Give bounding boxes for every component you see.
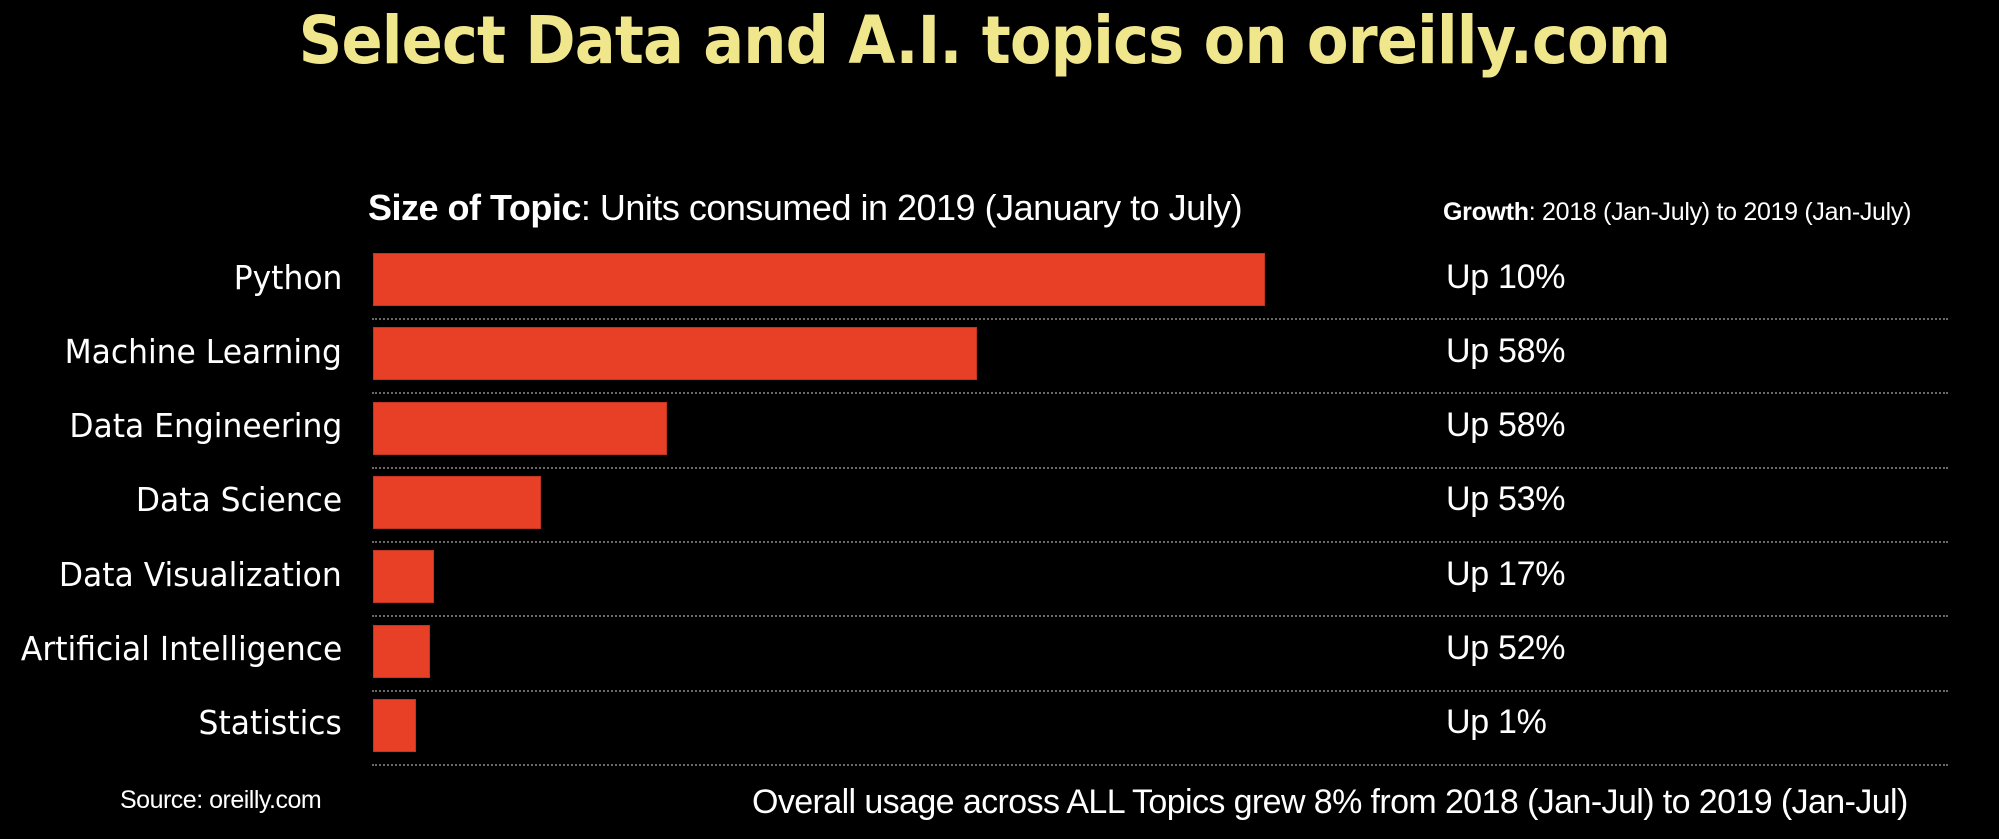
bar xyxy=(373,698,416,752)
growth-header-bold: Growth xyxy=(1443,198,1529,226)
category-label: Statistics xyxy=(198,703,342,743)
bar xyxy=(373,475,541,529)
row-divider xyxy=(372,466,1948,469)
source-note: Source: oreilly.com xyxy=(120,786,322,814)
bar xyxy=(373,401,668,455)
growth-label: Up 1% xyxy=(1446,703,1547,742)
growth-label: Up 10% xyxy=(1446,257,1566,296)
overall-growth-footnote: Overall usage across ALL Topics grew 8% … xyxy=(752,783,1908,821)
category-label: Python xyxy=(233,257,342,297)
bar xyxy=(373,624,431,678)
bar xyxy=(373,550,434,604)
bar xyxy=(373,253,1265,306)
bar xyxy=(373,327,977,381)
category-label: Data Visualization xyxy=(59,554,342,594)
row-divider xyxy=(372,763,1948,766)
growth-column-header: Growth: 2018 (Jan-July) to 2019 (Jan-Jul… xyxy=(1443,198,1911,227)
growth-label: Up 52% xyxy=(1446,629,1566,667)
row-divider xyxy=(372,689,1948,692)
row-divider xyxy=(372,540,1948,543)
growth-label: Up 53% xyxy=(1446,480,1566,519)
subtitle-bold: Size of Topic xyxy=(368,187,581,228)
row-divider xyxy=(372,392,1948,395)
growth-label: Up 58% xyxy=(1446,406,1566,445)
category-label: Data Engineering xyxy=(69,406,342,446)
growth-header-rest: : 2018 (Jan-July) to 2019 (Jan-July) xyxy=(1528,198,1912,226)
category-label: Data Science xyxy=(135,480,342,520)
row-divider xyxy=(372,318,1948,320)
growth-label: Up 58% xyxy=(1446,331,1566,370)
category-label: Machine Learning xyxy=(64,331,342,371)
chart-title: Select Data and A.I. topics on oreilly.c… xyxy=(298,2,1671,79)
growth-label: Up 17% xyxy=(1446,554,1566,593)
subtitle-rest: : Units consumed in 2019 (January to Jul… xyxy=(580,187,1243,228)
chart-subtitle: Size of Topic: Units consumed in 2019 (J… xyxy=(368,187,1243,229)
category-label: Artificial Intelligence xyxy=(20,629,342,668)
row-divider xyxy=(372,615,1948,618)
